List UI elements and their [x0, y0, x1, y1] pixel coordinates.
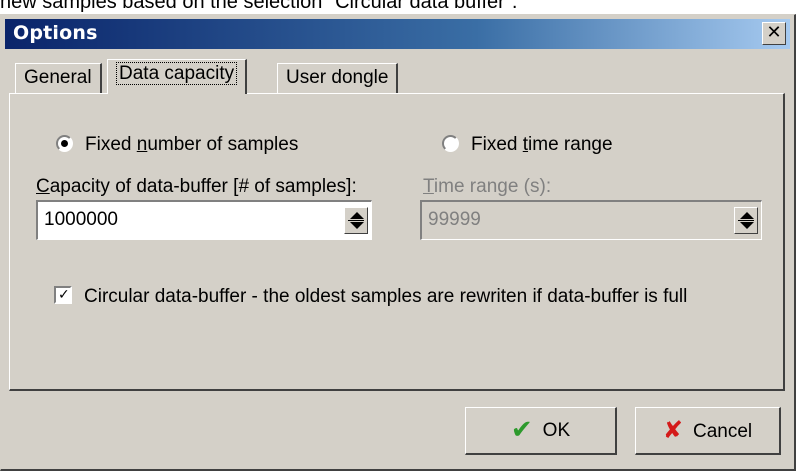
capacity-spinbox[interactable] — [36, 200, 372, 240]
radio-fixed-samples-label-rest: umber of samples — [147, 134, 299, 155]
capacity-input[interactable] — [44, 209, 284, 231]
tab-data-capacity-label: Data capacity — [116, 62, 238, 85]
spin-divider — [738, 220, 754, 221]
radio-fixed-samples-accel: n — [136, 134, 148, 155]
check-icon: ✓ — [58, 287, 70, 303]
tab-general[interactable]: General — [15, 63, 102, 93]
checkmark-icon: ✔ — [510, 415, 533, 445]
spin-up-icon — [740, 212, 754, 219]
cancel-label: Cancel — [692, 421, 753, 442]
title-bar[interactable]: Options ✕ — [5, 19, 790, 49]
time-range-label-rest: ime range (s): — [433, 176, 552, 197]
time-range-label-accel: T — [423, 176, 434, 197]
close-icon: ✕ — [766, 22, 782, 43]
capacity-label: Capacity of data-buffer [# of samples]: — [36, 176, 357, 198]
tab-user-dongle-label: User dongle — [286, 67, 389, 88]
x-icon: ✘ — [662, 416, 683, 444]
time-range-spin-button — [734, 207, 758, 234]
radio-fixed-time-label-prefix: Fixed — [471, 134, 523, 155]
radio-fixed-samples-indicator[interactable] — [56, 135, 73, 152]
close-button[interactable]: ✕ — [762, 22, 786, 45]
dialog-title: Options — [13, 22, 98, 44]
spin-up-icon — [350, 212, 364, 219]
data-capacity-panel: Fixed number of samples Fixed time range… — [9, 93, 785, 391]
time-range-label: Time range (s): — [423, 176, 551, 198]
ok-button[interactable]: ✔ OK — [465, 407, 617, 455]
radio-fixed-time[interactable]: Fixed time range — [442, 134, 613, 156]
options-dialog: Options ✕ General Data capacity User don… — [0, 14, 796, 471]
circular-buffer-label: Circular data-buffer - the oldest sample… — [84, 286, 688, 307]
time-range-input — [428, 209, 668, 231]
tab-user-dongle[interactable]: User dongle — [277, 63, 399, 93]
spin-down-icon — [350, 222, 364, 229]
capacity-label-accel: C — [36, 176, 50, 197]
capacity-label-rest: apacity of data-buffer [# of samples]: — [49, 176, 357, 197]
cancel-button[interactable]: ✘ Cancel — [635, 407, 781, 455]
circular-buffer-checkbox-row[interactable]: ✓ Circular data-buffer - the oldest samp… — [54, 286, 687, 308]
radio-fixed-time-indicator[interactable] — [442, 135, 459, 152]
tab-general-label: General — [24, 67, 92, 88]
circular-buffer-checkbox[interactable]: ✓ — [54, 286, 72, 304]
tab-data-capacity[interactable]: Data capacity — [107, 59, 248, 94]
ok-label: OK — [542, 420, 571, 441]
radio-fixed-time-label-rest: ime range — [528, 134, 613, 155]
capacity-spin-button[interactable] — [344, 207, 368, 234]
spin-divider — [348, 220, 364, 221]
radio-fixed-samples-label-prefix: Fixed — [85, 134, 137, 155]
time-range-spinbox — [420, 200, 762, 240]
radio-fixed-samples[interactable]: Fixed number of samples — [56, 134, 298, 156]
spin-down-icon — [740, 222, 754, 229]
